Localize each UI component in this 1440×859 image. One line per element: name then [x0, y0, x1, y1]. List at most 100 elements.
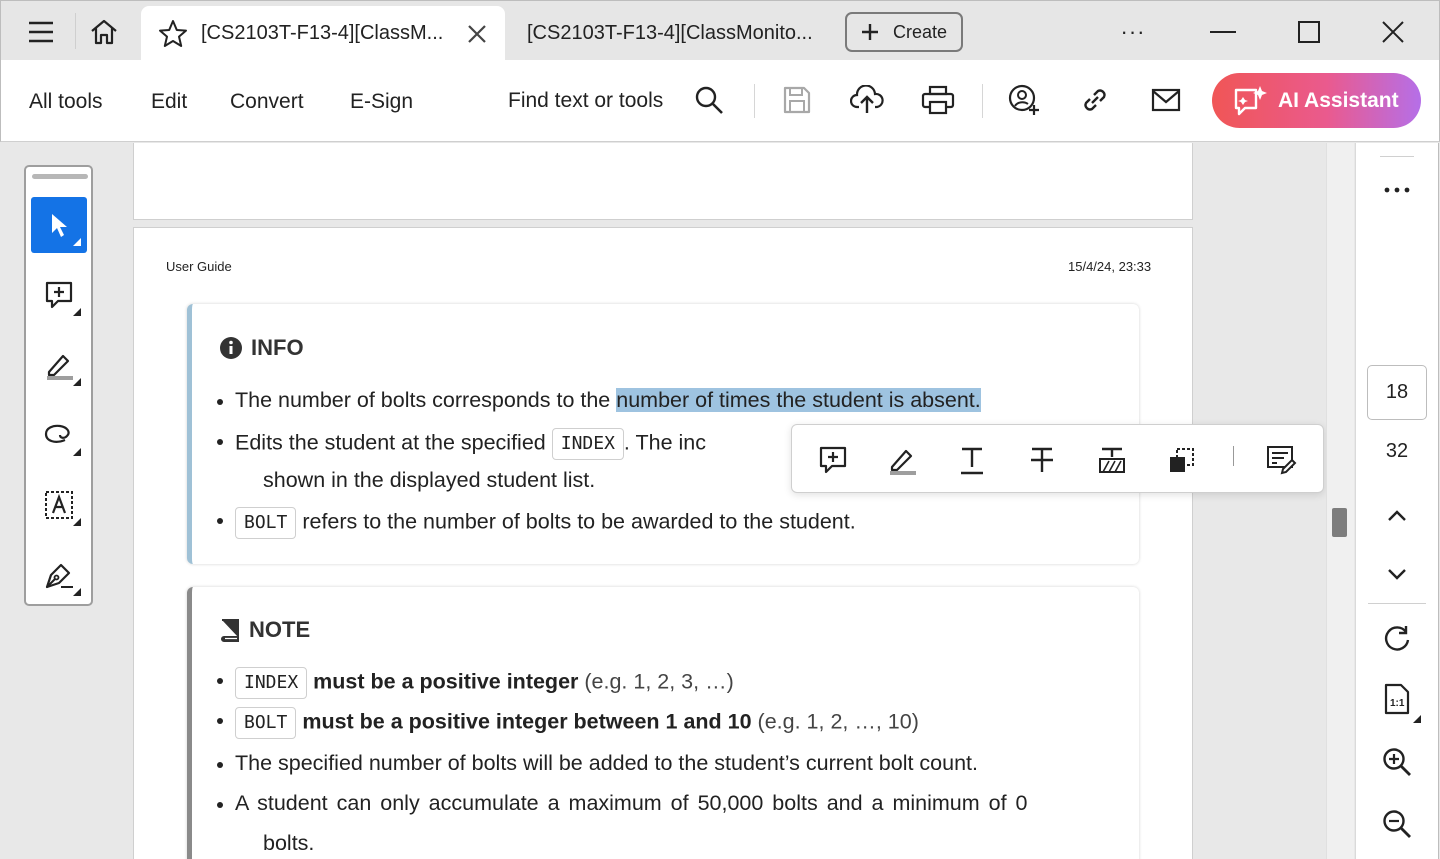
- text-box-tool-button[interactable]: [31, 477, 87, 533]
- replace-text-icon[interactable]: [1091, 439, 1133, 481]
- pen-nib-icon: [45, 563, 73, 589]
- tab-document-1[interactable]: [CS2103T-F13-4][ClassM...: [141, 6, 505, 62]
- close-tab-icon[interactable]: [467, 24, 487, 49]
- ai-assistant-label: AI Assistant: [1278, 88, 1399, 112]
- comment-tool-button[interactable]: [31, 267, 87, 323]
- zoom-out-icon[interactable]: [1375, 802, 1419, 846]
- text: refers to the number of bolts to be awar…: [296, 509, 856, 534]
- divider: [982, 84, 983, 118]
- text-selection-toolbar: [791, 424, 1324, 493]
- expand-corner-icon: [73, 588, 81, 596]
- print-icon[interactable]: [918, 80, 958, 120]
- note-title: NOTE: [249, 617, 311, 642]
- ai-assistant-button[interactable]: AI Assistant: [1212, 73, 1421, 128]
- copy-area-icon[interactable]: [1161, 439, 1203, 481]
- draw-tool-button[interactable]: [31, 407, 87, 463]
- list-item: The specified number of bolts will be ad…: [217, 751, 978, 775]
- plus-icon: [862, 24, 878, 40]
- cursor-icon: [52, 214, 67, 237]
- text: The number of bolts corresponds to the: [235, 388, 617, 412]
- selected-text[interactable]: number of times the student is absent.: [616, 388, 981, 412]
- list-item: A student can only accumulate a maximum …: [217, 791, 1028, 815]
- save-icon: [777, 80, 817, 120]
- code-bolt: BOLT: [235, 707, 297, 739]
- text: . The inc: [623, 430, 706, 455]
- page-header-timestamp: 15/4/24, 23:33: [1068, 259, 1152, 274]
- highlight-pen-icon[interactable]: [881, 439, 923, 481]
- expand-corner-icon: [73, 238, 81, 246]
- strikethrough-icon[interactable]: [1021, 439, 1063, 481]
- zoom-in-icon[interactable]: [1375, 740, 1419, 784]
- total-pages: 32: [1385, 440, 1409, 462]
- tab-title: [CS2103T-F13-4][ClassMonito...: [527, 22, 813, 44]
- previous-page-chevron-up-icon[interactable]: [1375, 494, 1419, 538]
- create-button[interactable]: Create: [845, 12, 963, 52]
- divider: [1380, 156, 1414, 157]
- tab-document-2[interactable]: [CS2103T-F13-4][ClassMonito...: [506, 6, 836, 58]
- search-icon[interactable]: [689, 80, 729, 120]
- page-header-title: User Guide: [166, 259, 232, 274]
- bold-text: must be a positive integer between 1 and…: [296, 709, 752, 734]
- svg-text:1:1: 1:1: [1390, 698, 1405, 709]
- previous-page: [133, 143, 1193, 220]
- rotate-icon[interactable]: [1375, 617, 1419, 661]
- current-page-input[interactable]: 18: [1367, 365, 1427, 420]
- expand-corner-icon: [73, 378, 81, 386]
- upload-cloud-icon[interactable]: [847, 80, 887, 120]
- ai-sparkle-icon: [1234, 85, 1267, 115]
- more-options-icon[interactable]: ···: [1105, 7, 1161, 57]
- list-item: Edits the student at the specified INDEX…: [217, 428, 706, 460]
- quick-tools-rail: [24, 165, 93, 606]
- minimize-button[interactable]: [1195, 7, 1251, 57]
- select-tool-button[interactable]: [31, 197, 87, 253]
- fit-page-icon[interactable]: 1:1: [1375, 677, 1421, 723]
- bold-text: must be a positive integer: [307, 669, 579, 694]
- info-heading: INFO: [219, 335, 304, 361]
- underline-text-icon[interactable]: [951, 439, 993, 481]
- close-window-button[interactable]: [1365, 7, 1421, 57]
- book-icon: [221, 619, 239, 642]
- expand-corner-icon: [73, 308, 81, 316]
- maximize-button[interactable]: [1281, 7, 1337, 57]
- text: (e.g. 1, 2, 3, …): [578, 669, 734, 694]
- create-label: Create: [893, 21, 948, 42]
- info-icon: [220, 337, 242, 359]
- vertical-scrollbar[interactable]: [1326, 143, 1354, 859]
- tab-bar: [CS2103T-F13-4][ClassM... [CS2103T-F13-4…: [0, 0, 1440, 62]
- scrollbar-thumb[interactable]: [1332, 508, 1347, 537]
- info-title: INFO: [251, 335, 304, 360]
- lasso-icon: [44, 424, 70, 443]
- divider: [1233, 446, 1234, 466]
- menu-convert[interactable]: Convert: [230, 90, 304, 114]
- find-text-button[interactable]: Find text or tools: [508, 89, 663, 113]
- sign-tool-button[interactable]: [31, 547, 87, 603]
- code-index: INDEX: [551, 428, 624, 460]
- link-icon[interactable]: [1075, 80, 1115, 120]
- add-comment-icon[interactable]: [812, 439, 854, 481]
- highlight-tool-button[interactable]: [31, 337, 87, 393]
- list-item: The number of bolts corresponds to the n…: [217, 388, 981, 413]
- note-heading: NOTE: [219, 617, 310, 643]
- menu-all-tools[interactable]: All tools: [29, 90, 103, 114]
- email-icon[interactable]: [1146, 80, 1186, 120]
- share-user-icon[interactable]: [1004, 80, 1044, 120]
- note-admonition: NOTE INDEX must be a positive integer (e…: [187, 587, 1139, 859]
- menu-icon[interactable]: [13, 7, 69, 57]
- menu-esign[interactable]: E-Sign: [350, 90, 413, 114]
- list-item-continuation: bolts.: [263, 831, 315, 855]
- home-icon[interactable]: [76, 7, 132, 57]
- more-tools-icon[interactable]: [1375, 168, 1419, 212]
- text: Edits the student at the specified: [235, 430, 552, 455]
- star-icon[interactable]: [157, 18, 189, 55]
- divider: [1368, 603, 1426, 604]
- text: (e.g. 1, 2, …, 10): [751, 709, 919, 734]
- add-comment-icon: [45, 281, 73, 309]
- list-item: INDEX must be a positive integer (e.g. 1…: [217, 667, 734, 699]
- drag-handle[interactable]: [32, 174, 88, 179]
- next-page-chevron-down-icon[interactable]: [1375, 552, 1419, 596]
- text-box-icon: [45, 491, 73, 519]
- main-toolbar: All tools Edit Convert E-Sign Find text …: [0, 60, 1440, 142]
- highlight-pen-icon: [47, 354, 73, 380]
- menu-edit[interactable]: Edit: [151, 90, 187, 114]
- edit-form-icon[interactable]: [1260, 439, 1302, 481]
